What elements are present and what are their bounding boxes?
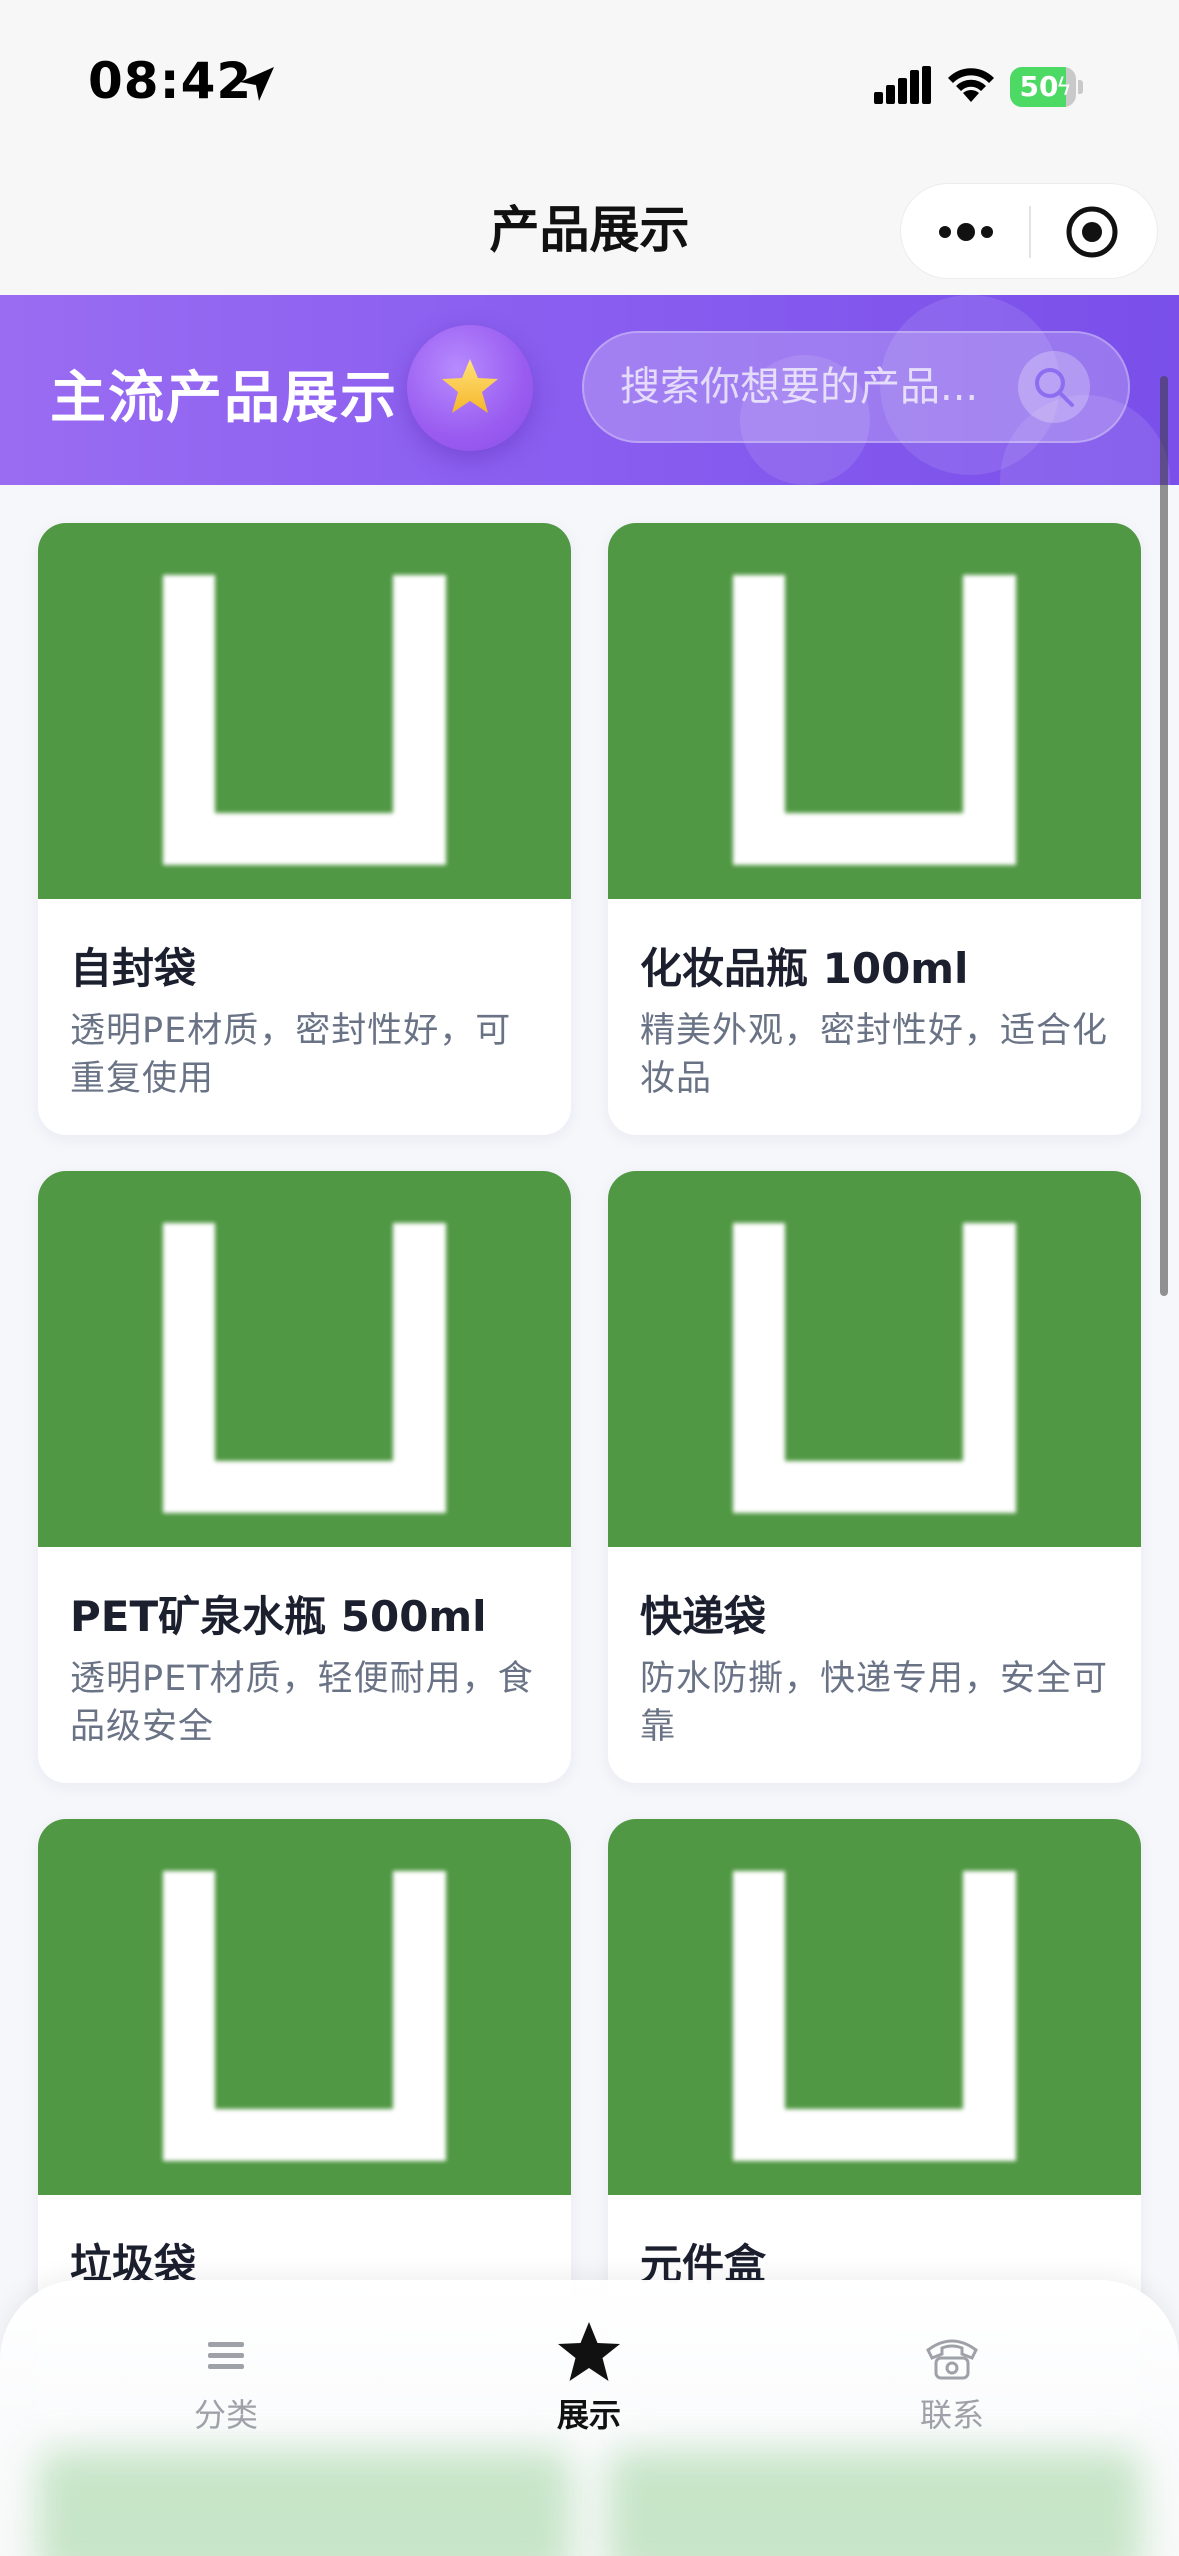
bottom-tab-bar: 分类 展示 联系 <box>0 2280 1179 2556</box>
product-card[interactable]: 快递袋防水防撕，快递专用，安全可靠 <box>608 1171 1141 1783</box>
product-card[interactable]: 自封袋透明PE材质，密封性好，可重复使用 <box>38 523 571 1135</box>
product-name: 快递袋 <box>640 1592 767 1641</box>
product-description: 透明PE材质，密封性好，可重复使用 <box>70 1011 512 1099</box>
product-description: 防水防撕，快递专用，安全可靠 <box>640 1659 1109 1747</box>
close-miniprogram-icon[interactable] <box>1061 202 1123 262</box>
search-icon <box>1035 368 1074 407</box>
tab-showcase[interactable]: 展示 <box>489 2320 689 2450</box>
status-time: 08:42 <box>88 52 253 110</box>
product-image <box>608 1819 1141 2195</box>
product-name: 自封袋 <box>70 944 197 993</box>
tab-category-label: 分类 <box>193 2396 258 2434</box>
search-button[interactable] <box>1018 351 1090 423</box>
charging-bolt-icon: ϟ <box>1056 73 1072 101</box>
phone-icon <box>926 2339 978 2380</box>
status-bar: 08:42 50 ϟ <box>0 0 1179 175</box>
product-card[interactable]: 化妆品瓶 100ml 精美外观，密封性好，适合化妆品 <box>608 523 1141 1135</box>
tab-contact-label: 联系 <box>919 2396 984 2434</box>
tab-showcase-label: 展示 <box>556 2396 621 2434</box>
battery-indicator: 50 ϟ <box>1010 67 1083 107</box>
product-image <box>38 1171 571 1547</box>
product-name: PET矿泉水瓶 500ml <box>70 1592 487 1641</box>
hero-header: 主流产品展示 搜索你想要的产品... <box>0 295 1179 485</box>
product-card[interactable]: PET矿泉水瓶 500ml 透明PET材质，轻便耐用，食品级安全 <box>38 1171 571 1783</box>
product-image <box>608 523 1141 899</box>
featured-star-button[interactable] <box>407 325 533 451</box>
capsule-divider <box>1029 206 1031 258</box>
cellular-signal-icon <box>874 66 931 104</box>
tab-category[interactable]: 分类 <box>126 2320 326 2450</box>
product-name: 化妆品瓶 100ml <box>640 944 969 993</box>
product-image <box>608 1171 1141 1547</box>
wifi-icon <box>948 68 994 102</box>
tab-contact[interactable]: 联系 <box>852 2320 1052 2450</box>
hero-title: 主流产品展示 <box>50 366 398 431</box>
star-icon <box>558 2322 620 2381</box>
search-placeholder: 搜索你想要的产品... <box>620 364 979 410</box>
more-options-icon[interactable] <box>931 202 1001 262</box>
product-description: 精美外观，密封性好，适合化妆品 <box>640 1011 1109 1099</box>
menu-icon <box>208 2342 244 2369</box>
scrollbar[interactable] <box>1160 376 1168 1296</box>
location-arrow-icon <box>240 67 274 101</box>
product-image <box>38 1819 571 2195</box>
product-description: 透明PET材质，轻便耐用，食品级安全 <box>70 1659 534 1747</box>
miniprogram-capsule <box>900 183 1158 279</box>
search-input[interactable]: 搜索你想要的产品... <box>582 331 1130 443</box>
nav-bar: 产品展示 <box>0 175 1179 295</box>
product-image <box>38 523 571 899</box>
star-icon <box>442 359 498 413</box>
